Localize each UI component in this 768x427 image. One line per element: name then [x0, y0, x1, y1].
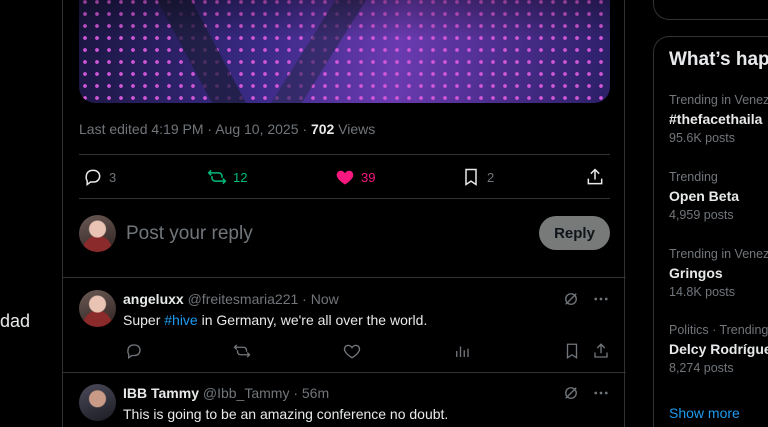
avatar[interactable] — [79, 384, 116, 421]
trend-context: Trending — [669, 170, 718, 184]
trend-title: Gringos — [669, 265, 723, 281]
heart-icon[interactable] — [343, 342, 361, 360]
reply-post[interactable]: IBB Tammy @Ibb_Tammy · 56m This is going… — [63, 372, 626, 427]
trend-count: 8,274 posts — [669, 361, 734, 375]
tweet-meta: Last edited 4:19 PM · Aug 10, 2025 · 702… — [79, 121, 375, 137]
retweet-count: 12 — [233, 169, 248, 185]
views-count: 702 — [310, 121, 335, 137]
trend-count: 14.8K posts — [669, 285, 736, 299]
trend-count: 4,959 posts — [669, 208, 734, 222]
post-text: Super #hive in Germany, we're all over t… — [123, 312, 427, 328]
trend-context: Trending in Venez — [669, 93, 768, 107]
reply-action[interactable]: 3 — [83, 167, 116, 187]
trend-item[interactable]: Trending in Venez Gringos 14.8K posts — [669, 247, 768, 299]
trend-item[interactable]: Trending in Venez #thefacethaila 95.6K p… — [669, 93, 768, 145]
author-handle[interactable]: @Ibb_Tammy · 56m — [203, 385, 329, 401]
more-icon[interactable] — [592, 290, 610, 308]
reply-button[interactable]: Reply — [539, 216, 610, 250]
share-icon — [587, 168, 603, 185]
trend-context: Trending in Venez — [669, 247, 768, 261]
left-column-fragment: dad — [0, 311, 31, 331]
post-text-part: Super — [123, 312, 165, 328]
heart-icon — [336, 170, 354, 185]
show-more-link[interactable]: Show more — [669, 405, 740, 421]
trend-title: Delcy Rodrígue — [669, 341, 768, 357]
tweet-action-bar: 3 12 39 2 — [79, 154, 610, 199]
reply-post[interactable]: angeluxx @freitesmaria221 · Now Super #h… — [63, 278, 626, 372]
grok-icon[interactable] — [562, 290, 580, 308]
media-shade — [79, 0, 610, 103]
post-tools — [562, 384, 610, 402]
reply-composer: Post your reply Reply — [79, 215, 610, 255]
post-text-part: in Germany, we're all over the world. — [197, 312, 428, 328]
avatar — [79, 215, 116, 252]
search-panel-edge — [653, 0, 768, 20]
trend-count: 95.6K posts — [669, 131, 736, 145]
retweet-action[interactable]: 12 — [207, 167, 247, 187]
like-action[interactable]: 39 — [335, 167, 375, 187]
grok-icon[interactable] — [562, 384, 580, 402]
post-header: IBB Tammy @Ibb_Tammy · 56m — [123, 385, 329, 401]
trends-title: What’s hap — [669, 49, 768, 70]
more-icon[interactable] — [592, 384, 610, 402]
bookmark-icon — [465, 168, 477, 186]
bookmark-action[interactable]: 2 — [461, 167, 494, 187]
share-action[interactable] — [585, 167, 611, 187]
trend-title: Open Beta — [669, 188, 740, 204]
main-timeline-column: Last edited 4:19 PM · Aug 10, 2025 · 702… — [62, 0, 626, 427]
views-chart-icon[interactable] — [453, 342, 471, 360]
post-text: This is going to be an amazing conferenc… — [123, 406, 449, 422]
trend-context: Politics · Trending — [669, 323, 768, 337]
trend-item[interactable]: Politics · Trending Delcy Rodrígue 8,274… — [669, 323, 768, 375]
like-count: 39 — [361, 169, 376, 185]
reply-icon — [85, 169, 101, 186]
views-label: Views — [334, 121, 376, 137]
trend-title: #thefacethaila — [669, 111, 763, 127]
post-tools — [562, 290, 610, 308]
reply-input[interactable]: Post your reply — [126, 223, 253, 245]
trend-item[interactable]: Trending Open Beta 4,959 posts — [669, 170, 739, 222]
retweet-icon — [207, 169, 227, 185]
retweet-icon[interactable] — [233, 342, 251, 360]
author-name[interactable]: angeluxx — [123, 291, 184, 307]
reply-count: 3 — [109, 169, 117, 185]
author-name[interactable]: IBB Tammy — [123, 385, 199, 401]
share-icon[interactable] — [592, 342, 610, 360]
bookmark-count: 2 — [487, 169, 495, 185]
trends-panel: What’s hap Trending in Venez #thefacetha… — [653, 36, 768, 427]
post-header: angeluxx @freitesmaria221 · Now — [123, 291, 339, 307]
edited-timestamp[interactable]: Last edited 4:19 PM · Aug 10, 2025 · — [79, 121, 311, 137]
hashtag-link[interactable]: #hive — [164, 312, 197, 328]
bookmark-icon[interactable] — [563, 342, 581, 360]
post-actions — [123, 342, 610, 362]
author-handle[interactable]: @freitesmaria221 · Now — [188, 291, 339, 307]
avatar[interactable] — [79, 290, 116, 327]
reply-icon[interactable] — [125, 342, 143, 360]
tweet-media-image[interactable] — [79, 0, 610, 103]
